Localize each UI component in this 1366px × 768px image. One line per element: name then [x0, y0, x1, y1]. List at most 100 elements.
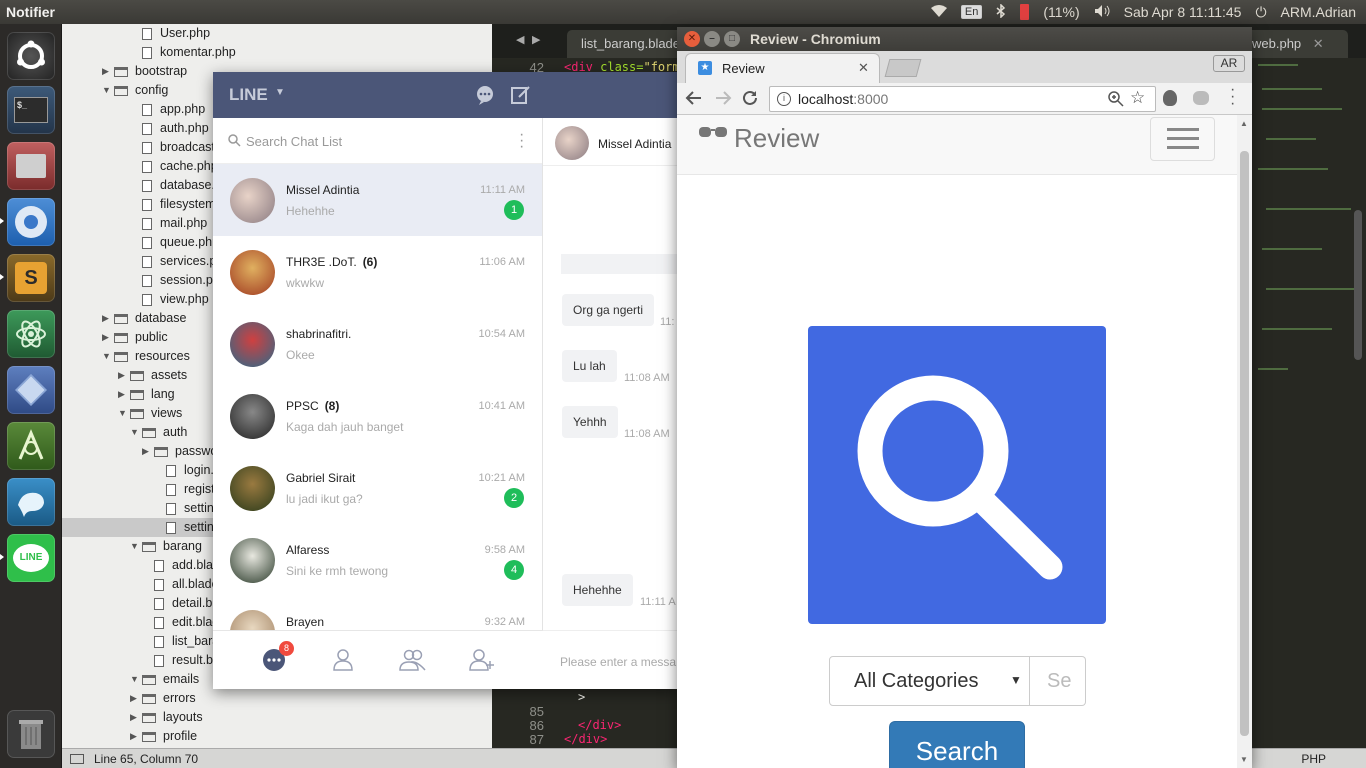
chat-list-item[interactable]: Brayen 9:32 AM — [213, 596, 542, 630]
reload-icon[interactable] — [741, 89, 759, 110]
tree-folder[interactable]: ▶ layouts — [62, 708, 492, 727]
virtualbox-icon[interactable] — [7, 366, 55, 414]
chevron-right-icon[interactable]: ▶ — [118, 385, 130, 404]
tree-file[interactable]: komentar.php — [62, 43, 492, 62]
line-icon[interactable]: LINE — [7, 534, 55, 582]
close-icon[interactable]: ✕ — [684, 31, 700, 47]
sublime-text-icon[interactable]: S — [7, 254, 55, 302]
chevron-right-icon[interactable]: ▶ — [118, 366, 130, 385]
editor-scrollbar[interactable] — [1354, 210, 1362, 360]
ubuntu-dash-icon[interactable] — [7, 32, 55, 80]
battery-percentage[interactable]: (11%) — [1043, 4, 1079, 20]
tab-scroll-left-icon[interactable]: ◀ — [516, 33, 524, 46]
tree-file[interactable]: User.php — [62, 24, 492, 43]
new-tab-button[interactable] — [884, 59, 922, 77]
chevron-down-icon[interactable]: ▼ — [275, 87, 285, 98]
scrollbar-thumb[interactable] — [1240, 151, 1249, 736]
chevron-down-icon[interactable]: ▼ — [118, 404, 130, 423]
bluetooth-icon[interactable] — [996, 2, 1006, 21]
tree-item-label: errors — [163, 691, 196, 705]
chevron-down-icon[interactable]: ▼ — [130, 670, 142, 689]
search-input[interactable]: Se — [1030, 656, 1086, 706]
mysql-workbench-icon[interactable] — [7, 478, 55, 526]
atom-icon[interactable] — [7, 310, 55, 358]
bookmark-star-icon[interactable]: ☆ — [1130, 88, 1145, 108]
chevron-right-icon[interactable]: ▶ — [102, 62, 114, 81]
browser-tab-review[interactable]: ★ Review ✕ — [685, 53, 880, 83]
chat-list-item[interactable]: PPSC (8) Kaga dah jauh banget 10:41 AM — [213, 380, 542, 452]
extension-icon[interactable] — [1193, 91, 1209, 105]
info-icon[interactable]: i — [777, 92, 791, 106]
extension-icon[interactable] — [1163, 90, 1177, 106]
zoom-icon[interactable] — [1108, 91, 1124, 110]
line-brand[interactable]: LINE — [229, 85, 268, 105]
category-select[interactable]: All Categories ▼ — [829, 656, 1030, 706]
chat-list-item[interactable]: Missel Adintia Hehehhe 11:11 AM 1 — [213, 164, 542, 236]
search-button[interactable]: Search — [889, 721, 1025, 768]
forward-icon[interactable] — [714, 89, 732, 110]
message-input[interactable]: Please enter a messa — [560, 655, 676, 669]
chat-search[interactable]: Search Chat List · · · — [213, 118, 542, 164]
android-studio-icon[interactable] — [7, 422, 55, 470]
clock[interactable]: Sab Apr 8 11:11:45 — [1124, 4, 1242, 20]
editor-tab-web[interactable]: web.php ✕ — [1238, 30, 1348, 58]
chevron-right-icon[interactable]: ▶ — [130, 727, 142, 746]
minimap[interactable] — [1254, 58, 1356, 388]
tab-scroll-right-icon[interactable]: ▶ — [532, 33, 540, 46]
keyboard-indicator[interactable]: En — [960, 5, 983, 19]
chevron-down-icon[interactable]: ▼ — [102, 81, 114, 100]
volume-icon[interactable] — [1094, 4, 1110, 21]
menu-icon[interactable]: · · · — [1230, 82, 1235, 112]
more-options-icon[interactable]: · · · — [519, 127, 524, 155]
message-bubble[interactable]: Lu lah — [562, 350, 617, 382]
scroll-up-icon[interactable]: ▲ — [1240, 119, 1248, 128]
close-tab-icon[interactable]: ✕ — [1313, 36, 1324, 51]
terminal-icon[interactable]: $_ — [7, 86, 55, 134]
message-bubble[interactable]: Yehhh — [562, 406, 618, 438]
compose-icon[interactable] — [511, 85, 531, 108]
chevron-right-icon[interactable]: ▶ — [130, 689, 142, 708]
groups-nav-icon[interactable] — [399, 647, 426, 673]
chevron-right-icon[interactable]: ▶ — [142, 442, 154, 461]
chat-list-item[interactable]: shabrinafitri. Okee 10:54 AM — [213, 308, 542, 380]
scroll-down-icon[interactable]: ▼ — [1240, 755, 1248, 764]
extension-ar-button[interactable]: AR — [1213, 55, 1245, 72]
friends-nav-icon[interactable] — [330, 647, 356, 673]
page-scrollbar[interactable]: ▲ ▼ — [1237, 115, 1252, 768]
navbar-toggle-button[interactable] — [1150, 117, 1215, 161]
message-bubble[interactable]: Hehehhe — [562, 574, 633, 606]
back-icon[interactable] — [685, 89, 703, 110]
syntax-mode[interactable]: PHP — [1301, 752, 1326, 766]
trash-icon[interactable] — [7, 710, 55, 758]
avatar[interactable] — [555, 126, 589, 160]
chromium-icon[interactable] — [7, 198, 55, 246]
wifi-icon[interactable] — [930, 4, 947, 20]
chat-list-item[interactable]: Alfaress Sini ke rmh tewong 9:58 AM 4 — [213, 524, 542, 596]
chevron-down-icon[interactable]: ▼ — [130, 537, 142, 556]
chevron-down-icon[interactable]: ▼ — [102, 347, 114, 366]
tree-folder[interactable]: ▶ errors — [62, 689, 492, 708]
add-friend-nav-icon[interactable] — [469, 647, 495, 673]
battery-icon[interactable] — [1020, 4, 1030, 20]
avatar — [230, 610, 275, 630]
panel-toggle-icon[interactable] — [70, 753, 84, 764]
chevron-down-icon[interactable]: ▼ — [130, 423, 142, 442]
chevron-right-icon[interactable]: ▶ — [102, 328, 114, 347]
tree-folder[interactable]: ▶ profile — [62, 727, 492, 746]
maximize-icon[interactable]: □ — [724, 31, 740, 47]
tree-item-label: User.php — [160, 26, 211, 40]
files-icon[interactable] — [7, 142, 55, 190]
chat-header-name[interactable]: Missel Adintia — [598, 137, 671, 151]
chat-list-item[interactable]: Gabriel Sirait lu jadi ikut ga? 10:21 AM 2 — [213, 452, 542, 524]
power-icon[interactable]: ⏻ — [1255, 4, 1266, 21]
site-brand[interactable]: Review — [734, 123, 819, 154]
chat-bubble-icon[interactable] — [475, 85, 495, 108]
chat-list-item[interactable]: THR3E .DoT. (6) wkwkw 11:06 AM — [213, 236, 542, 308]
minimize-icon[interactable]: – — [704, 31, 720, 47]
chevron-right-icon[interactable]: ▶ — [130, 708, 142, 727]
close-tab-icon[interactable]: ✕ — [858, 60, 869, 76]
message-bubble[interactable]: Org ga ngerti — [562, 294, 655, 326]
user-name[interactable]: ARM.Adrian — [1281, 4, 1356, 20]
chevron-right-icon[interactable]: ▶ — [102, 309, 114, 328]
address-bar[interactable]: i localhost:8000 ☆ — [769, 86, 1156, 112]
